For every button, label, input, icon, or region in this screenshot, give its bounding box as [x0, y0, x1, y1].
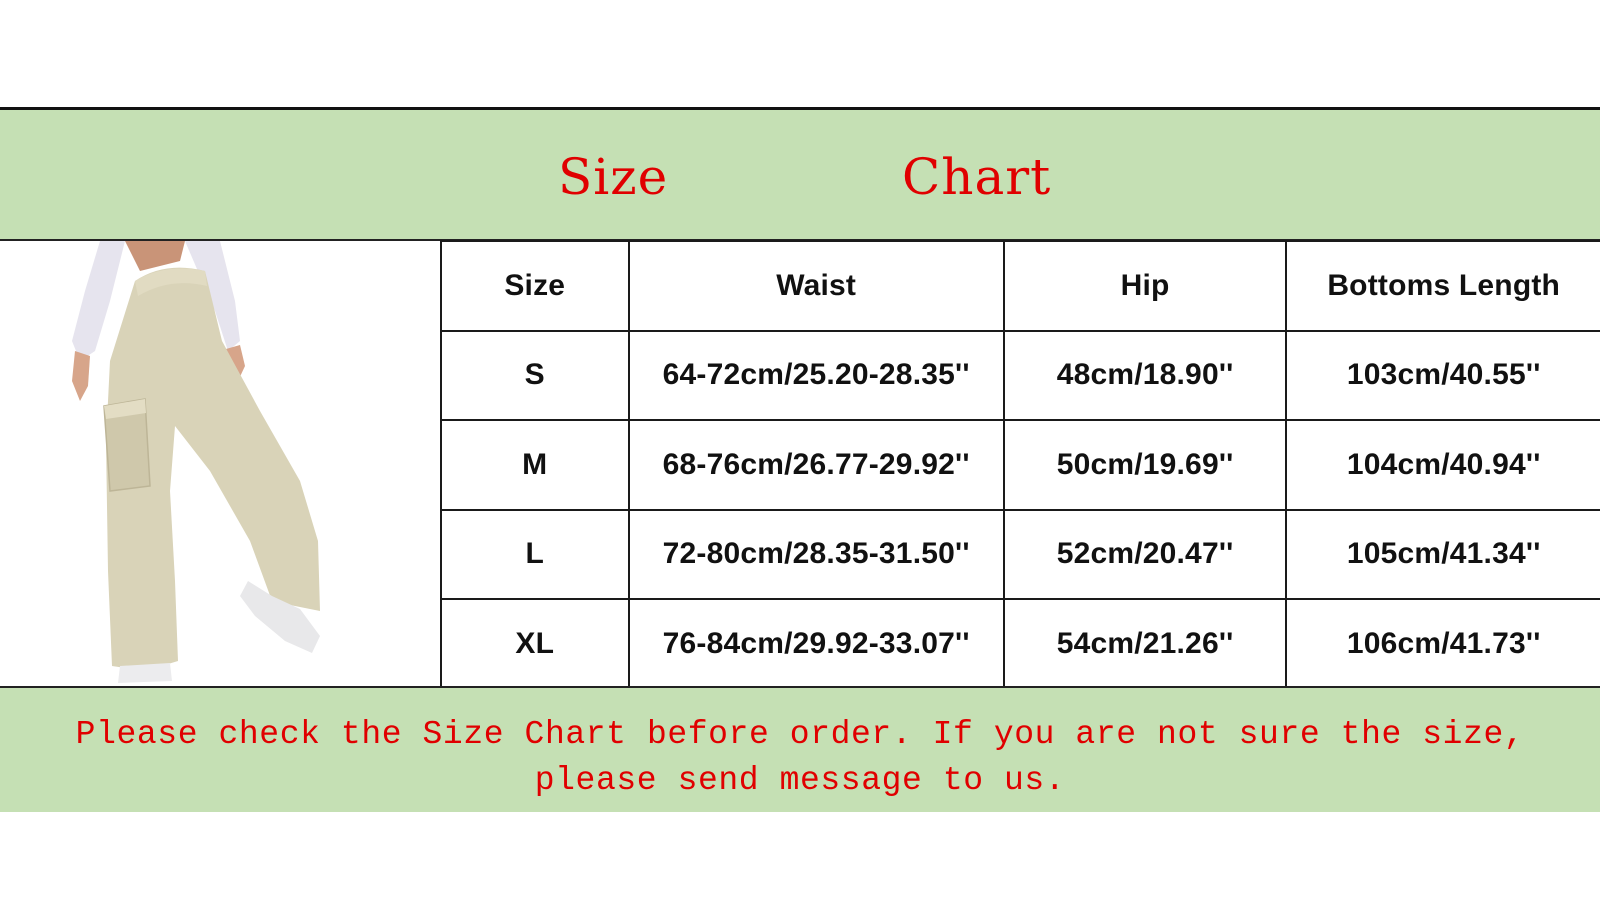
cell-hip: 52cm/20.47'' — [1002, 508, 1288, 600]
cell-length: 106cm/41.73'' — [1285, 598, 1600, 690]
header-waist: Waist — [627, 240, 1005, 332]
table-header-row: Size Waist Hip Bottoms Length — [440, 240, 1600, 332]
cell-waist: 72-80cm/28.35-31.50'' — [627, 508, 1005, 600]
size-table: Size Waist Hip Bottoms Length S 64-72cm/… — [440, 240, 1600, 690]
cell-hip: 50cm/19.69'' — [1002, 419, 1288, 511]
cell-size: M — [440, 419, 630, 511]
title-banner: Size Chart — [0, 110, 1600, 240]
cargo-pants-icon — [72, 241, 320, 683]
cell-hip: 54cm/21.26'' — [1002, 598, 1288, 690]
cell-length: 104cm/40.94'' — [1285, 419, 1600, 511]
header-hip: Hip — [1002, 240, 1288, 332]
cell-hip: 48cm/18.90'' — [1002, 329, 1288, 421]
cell-length: 103cm/40.55'' — [1285, 329, 1600, 421]
table-row: L 72-80cm/28.35-31.50'' 52cm/20.47'' 105… — [440, 508, 1600, 600]
cell-size: XL — [440, 598, 630, 690]
title-word-size: Size — [558, 148, 669, 206]
cell-size: S — [440, 329, 630, 421]
waist-skin — [125, 241, 185, 271]
cell-waist: 68-76cm/26.77-29.92'' — [627, 419, 1005, 511]
left-hand — [72, 351, 90, 401]
size-note-text: Please check the Size Chart before order… — [75, 716, 1525, 799]
cell-waist: 76-84cm/29.92-33.07'' — [627, 598, 1005, 690]
cell-length: 105cm/41.34'' — [1285, 508, 1600, 600]
header-size: Size — [440, 240, 630, 332]
left-shoe — [118, 663, 172, 683]
cell-size: L — [440, 508, 630, 600]
note-banner: Please check the Size Chart before order… — [0, 688, 1600, 812]
table-row: S 64-72cm/25.20-28.35'' 48cm/18.90'' 103… — [440, 329, 1600, 421]
cell-waist: 64-72cm/25.20-28.35'' — [627, 329, 1005, 421]
table-row: M 68-76cm/26.77-29.92'' 50cm/19.69'' 104… — [440, 419, 1600, 511]
title-word-chart: Chart — [902, 148, 1052, 206]
header-bottoms-length: Bottoms Length — [1285, 240, 1600, 332]
table-row: XL 76-84cm/29.92-33.07'' 54cm/21.26'' 10… — [440, 598, 1600, 690]
product-photo — [0, 241, 440, 686]
